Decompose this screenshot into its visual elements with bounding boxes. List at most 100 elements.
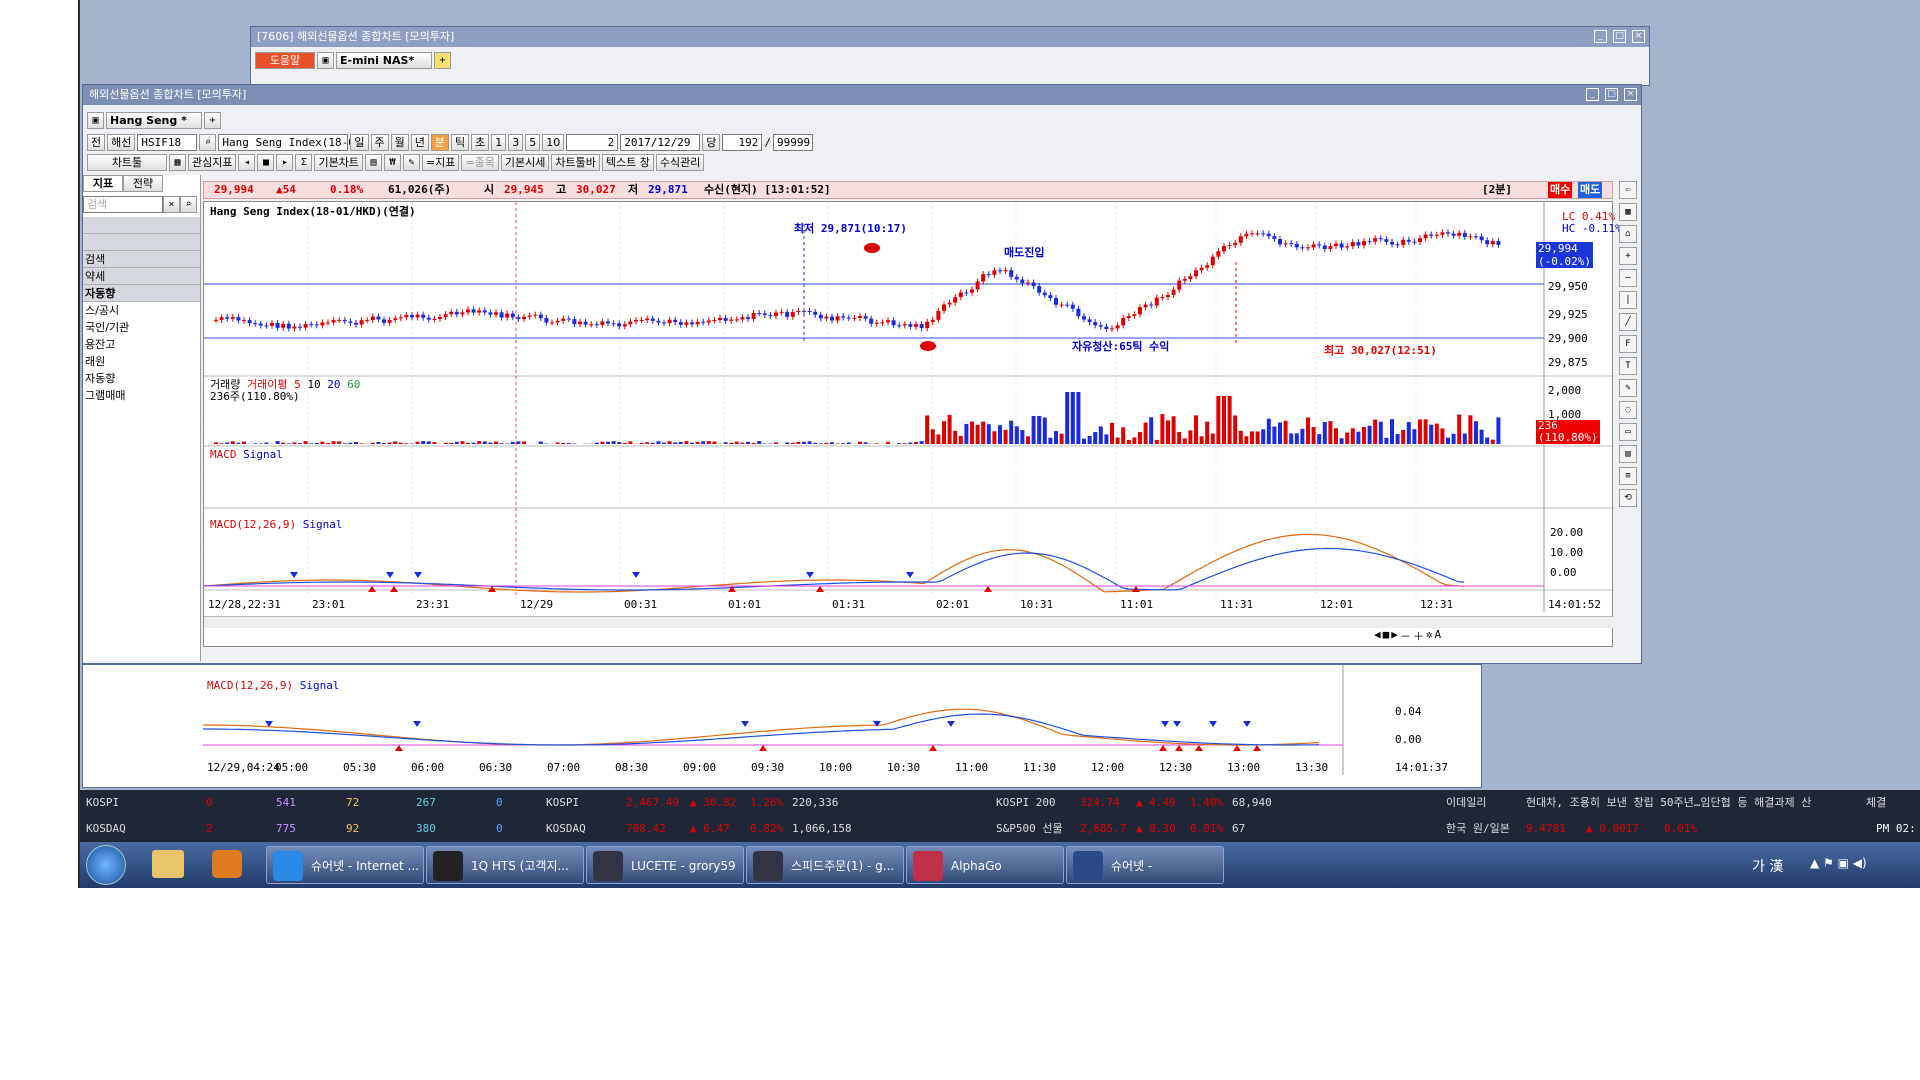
today-button[interactable]: 당 <box>702 133 721 151</box>
period-tick-button[interactable]: 틱 <box>451 133 470 151</box>
period-minute-button[interactable]: 분 <box>430 133 449 151</box>
side-item[interactable]: 스/공시 <box>83 302 200 319</box>
news-tag[interactable]: 체결 <box>1866 790 1886 815</box>
crosshair-icon[interactable]: + <box>1619 247 1637 265</box>
zoom-out-icon[interactable]: － <box>1400 628 1411 643</box>
count-input[interactable]: 192 <box>722 133 763 151</box>
indicator-button[interactable]: =지표 <box>421 153 460 171</box>
task-lucete[interactable]: LUCETE - grory59 <box>586 846 744 884</box>
side-item[interactable]: 약세 <box>83 268 200 285</box>
tool-icon[interactable]: ▦ <box>1619 203 1637 221</box>
interval-1-button[interactable]: 1 <box>491 133 507 151</box>
chart-svg[interactable] <box>204 202 1614 648</box>
interval-5-button[interactable]: 5 <box>525 133 541 151</box>
stock-button[interactable]: =종목 <box>461 153 499 171</box>
chart-toolbar-button[interactable]: 차트툴바 <box>551 153 600 171</box>
nav-icon[interactable]: ■ <box>1383 628 1390 642</box>
side-item[interactable]: 용잔고 <box>83 336 200 353</box>
add-tab-icon[interactable]: + <box>434 51 451 69</box>
text-window-button[interactable]: 텍스트 창 <box>601 153 654 171</box>
interval-10-button[interactable]: 10 <box>542 133 565 151</box>
task-speed-order[interactable]: 스피드주문(1) - g... <box>746 846 904 884</box>
interest-indicator-button[interactable]: 관심지표 <box>188 153 237 171</box>
chart-tools-button[interactable]: 차트툴 <box>87 153 167 171</box>
start-button[interactable] <box>86 845 126 885</box>
scroll-right-icon[interactable]: ▸ <box>276 153 294 171</box>
close-icon[interactable]: × <box>1632 30 1645 43</box>
scroll-left-icon[interactable]: ◂ <box>238 153 256 171</box>
nav-icon[interactable]: ▶ <box>1391 628 1398 642</box>
tab-strategy[interactable]: 전략 <box>123 175 163 192</box>
text-icon[interactable]: T <box>1619 357 1637 375</box>
side-item[interactable]: 그램매매 <box>83 387 200 404</box>
task-surenet[interactable]: 슈어넷 - <box>1066 846 1224 884</box>
minimize-icon[interactable]: _ <box>1586 88 1599 101</box>
period-month-button[interactable]: 월 <box>390 133 409 151</box>
nav-icon[interactable]: ◀ <box>1374 628 1381 642</box>
stop-icon[interactable]: ■ <box>257 153 275 171</box>
shape-icon[interactable]: ◌ <box>1619 401 1637 419</box>
side-item[interactable]: 래원 <box>83 353 200 370</box>
market-all-button[interactable]: 전 <box>87 133 106 151</box>
main-product-tab[interactable]: Hang Seng * <box>106 111 202 129</box>
product-name-field[interactable]: Hang Seng Index(18-01 <box>218 133 361 151</box>
period-week-button[interactable]: 주 <box>370 133 389 151</box>
maximize-icon[interactable]: □ <box>1613 30 1626 43</box>
back-window-titlebar[interactable]: [7606] 해외선물옵션 종합차트 [모의투자] _ □ × <box>251 27 1649 47</box>
settings-icon[interactable]: ✲ <box>1426 628 1433 642</box>
sum-icon[interactable]: Σ <box>295 153 313 171</box>
search-icon[interactable]: ⌕ <box>180 196 197 213</box>
text-icon[interactable]: A <box>1435 628 1442 642</box>
lower-macd-svg[interactable] <box>203 665 1503 775</box>
side-item[interactable]: 자동향 <box>83 285 200 302</box>
interval-3-button[interactable]: 3 <box>508 133 524 151</box>
chart-scrollbar[interactable] <box>204 616 1614 628</box>
maximize-icon[interactable]: □ <box>1605 88 1618 101</box>
period-day-button[interactable]: 일 <box>350 133 369 151</box>
table-icon[interactable]: ▤ <box>1619 445 1637 463</box>
bars-icon[interactable]: ≡ <box>1619 467 1637 485</box>
period-year-button[interactable]: 년 <box>410 133 429 151</box>
trendline-icon[interactable]: ╱ <box>1619 313 1637 331</box>
clear-icon[interactable]: × <box>163 196 180 213</box>
won-icon[interactable]: ₩ <box>383 153 401 171</box>
tool-icon[interactable]: ⇦ <box>1619 181 1637 199</box>
search-icon[interactable]: ⌕ <box>199 133 217 151</box>
zoom-in-icon[interactable]: ＋ <box>1413 628 1424 643</box>
basic-chart-button[interactable]: 기본차트 <box>314 153 363 171</box>
news-headline[interactable]: 현대차, 조용히 보낸 창립 50주년…임단협 등 해결과제 산 <box>1526 790 1811 815</box>
tool-icon[interactable]: ✎ <box>402 153 420 171</box>
home-icon[interactable]: ⌂ <box>1619 225 1637 243</box>
period-second-button[interactable]: 초 <box>471 133 490 151</box>
window-icon[interactable]: ▣ <box>317 51 334 69</box>
grid-icon[interactable]: ▤ <box>364 153 382 171</box>
close-icon[interactable]: × <box>1624 88 1637 101</box>
vline-icon[interactable]: | <box>1619 291 1637 309</box>
paint-icon[interactable]: ✎ <box>1619 379 1637 397</box>
add-tab-icon[interactable]: + <box>204 111 221 129</box>
tab-indicator[interactable]: 지표 <box>83 175 123 192</box>
eraser-icon[interactable]: ▭ <box>1619 423 1637 441</box>
reset-icon[interactable]: ⟲ <box>1619 489 1637 507</box>
main-window-titlebar[interactable]: 해외선물옵션 종합차트 [모의투자] _ □ × <box>83 85 1641 105</box>
code-input[interactable]: HSIF18 <box>137 133 198 151</box>
sell-button[interactable]: 매수 <box>1548 182 1573 198</box>
interval-select[interactable]: 2 <box>566 133 619 151</box>
side-item[interactable]: 자동향 <box>83 370 200 387</box>
indicator-search-input[interactable]: 검색 <box>83 196 163 213</box>
task-hts[interactable]: 1Q HTS (고객지... <box>426 846 584 884</box>
buy-button[interactable]: 매도 <box>1578 182 1603 198</box>
side-item[interactable]: 검색 <box>83 251 200 268</box>
minimize-icon[interactable]: _ <box>1594 30 1607 43</box>
side-item[interactable]: 국인/기관 <box>83 319 200 336</box>
fibo-icon[interactable]: F <box>1619 335 1637 353</box>
hline-icon[interactable]: — <box>1619 269 1637 287</box>
ime-indicator[interactable]: 가 漢 <box>1752 856 1783 876</box>
market-futures-button[interactable]: 해선 <box>107 133 136 151</box>
chart-area[interactable]: Hang Seng Index(18-01/HKD)(연결) LC 0.41% … <box>203 201 1622 648</box>
basic-quote-button[interactable]: 기본시세 <box>500 153 550 171</box>
total-count-input[interactable]: 99999 <box>773 133 813 151</box>
back-product-tab[interactable]: E-mini NAS* <box>336 51 432 69</box>
task-ie[interactable]: 슈어넷 - Internet ... <box>266 846 424 884</box>
window-icon[interactable]: ▣ <box>87 111 104 129</box>
